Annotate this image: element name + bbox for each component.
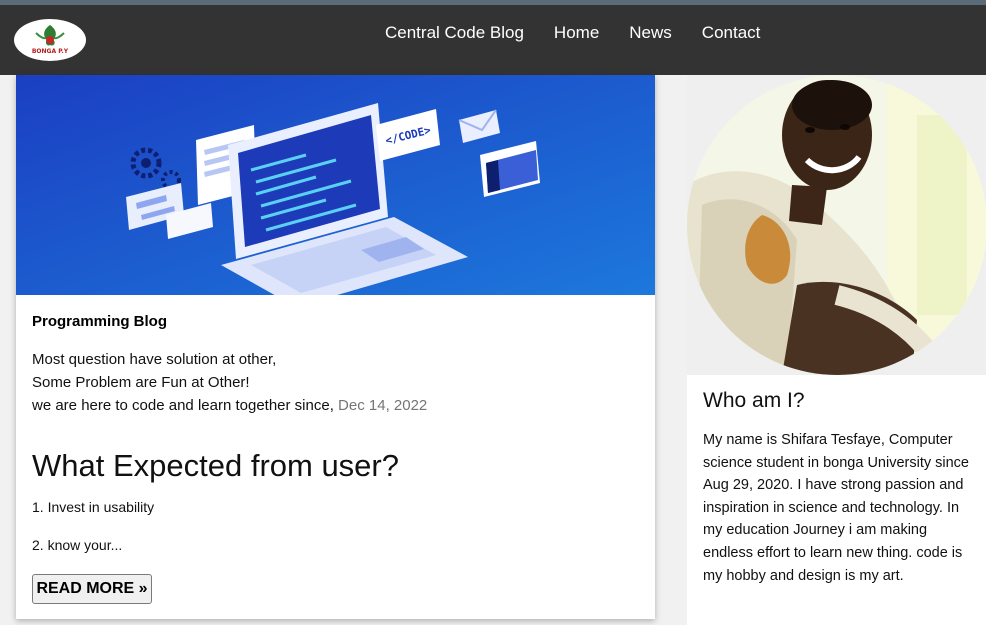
list-item: 2. know your... [32,537,123,553]
nav-link-news[interactable]: News [614,22,687,44]
site-logo[interactable]: BONGA P.Y [14,19,86,61]
about-title: Who am I? [703,389,805,412]
profile-photo [687,75,986,375]
intro-line: Most question have solution at other, [32,351,277,368]
nav-link-central-code-blog[interactable]: Central Code Blog [370,22,539,44]
read-more-button[interactable]: READ MORE » [32,574,152,604]
nav-link-contact[interactable]: Contact [687,22,776,44]
nav-link-home[interactable]: Home [539,22,614,44]
intro-line: Some Problem are Fun at Other! [32,374,250,391]
post-heading: What Expected from user? [32,448,399,483]
svg-text:BONGA P.Y: BONGA P.Y [32,48,69,55]
blog-title: Programming Blog [32,313,168,330]
list-item: 1. Invest in usability [32,499,155,515]
main-nav: Central Code Blog Home News Contact [370,22,775,44]
blog-post-card: </CODE> Programming Blog Most question h… [16,75,655,619]
about-sidebar: Who am I? My name is Shifara Tesfaye, Co… [687,75,986,625]
post-body: Programming Blog Most question have solu… [32,312,632,555]
intro-line: we are here to code and learn together s… [32,394,632,417]
about-bio: My name is Shifara Tesfaye, Computer sci… [703,432,969,584]
post-date: Dec 14, 2022 [338,397,428,414]
top-navbar: BONGA P.Y Central Code Blog Home News Co… [0,5,986,75]
intro-line-text: we are here to code and learn together s… [32,397,334,414]
intro-text: Most question have solution at other, So… [32,348,632,417]
hero-image: </CODE> [16,75,655,295]
